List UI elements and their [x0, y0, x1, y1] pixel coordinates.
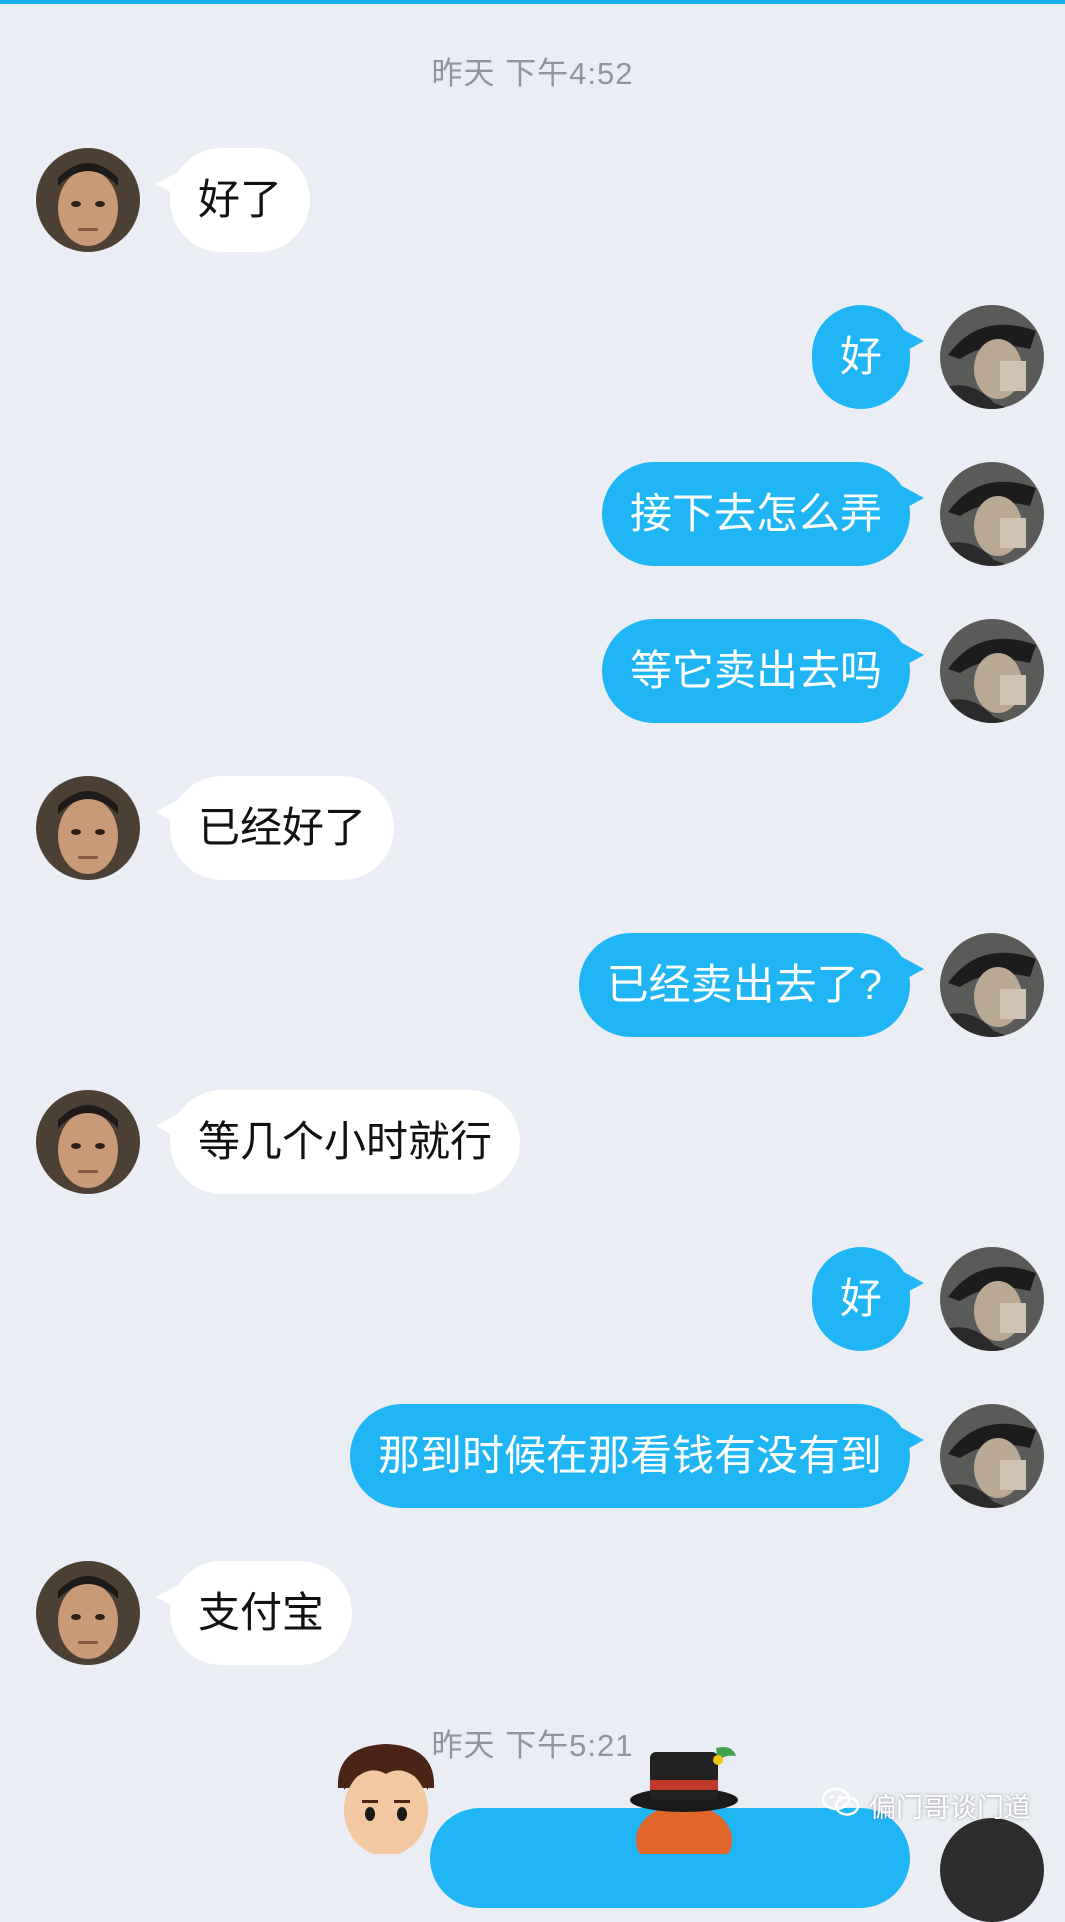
- user-avatar[interactable]: [940, 305, 1044, 409]
- watermark-text: 偏门哥谈门道: [869, 1793, 1031, 1823]
- message-bubble-sent[interactable]: 好: [811, 1247, 925, 1351]
- message-bubble-sent[interactable]: 等它卖出去吗: [601, 619, 925, 723]
- message-row-received: 支付宝: [0, 1561, 1065, 1667]
- message-row-received: 好了: [0, 148, 1065, 254]
- user-avatar[interactable]: [940, 462, 1044, 566]
- cartoon-man-sticker: [326, 1740, 446, 1859]
- message-bubble-received[interactable]: 好了: [155, 148, 311, 252]
- contact-avatar[interactable]: [36, 148, 140, 252]
- message-row-sent: 等它卖出去吗: [0, 619, 1065, 725]
- message-bubble-sent[interactable]: 已经卖出去了?: [578, 933, 925, 1037]
- top-accent-bar: [0, 0, 1065, 4]
- message-bubble-sent[interactable]: 那到时候在那看钱有没有到: [349, 1404, 925, 1508]
- message-row-sent: 好: [0, 305, 1065, 411]
- message-row-sent: 已经卖出去了?: [0, 933, 1065, 1039]
- user-avatar-partial[interactable]: [940, 1818, 1044, 1922]
- timestamp: 昨天 下午5:21: [431, 1728, 634, 1763]
- message-bubble-received[interactable]: 已经好了: [155, 776, 395, 880]
- wechat-icon: [821, 1786, 861, 1825]
- message-row-received: 等几个小时就行: [0, 1090, 1065, 1196]
- user-avatar[interactable]: [940, 933, 1044, 1037]
- contact-avatar[interactable]: [36, 776, 140, 880]
- message-bubble-received[interactable]: 等几个小时就行: [155, 1090, 521, 1194]
- cartoon-top-hat-sticker: [626, 1742, 746, 1876]
- timestamp: 昨天 下午4:52: [431, 56, 634, 91]
- message-bubble-received[interactable]: 支付宝: [155, 1561, 353, 1665]
- message-row-sent: 好: [0, 1247, 1065, 1353]
- message-bubble-sent[interactable]: 好: [811, 305, 925, 409]
- message-row-sent: 那到时候在那看钱有没有到: [0, 1404, 1065, 1510]
- watermark: 偏门哥谈门道: [821, 1786, 1031, 1825]
- message-row-received: 已经好了: [0, 776, 1065, 882]
- contact-avatar[interactable]: [36, 1090, 140, 1194]
- user-avatar[interactable]: [940, 1247, 1044, 1351]
- contact-avatar[interactable]: [36, 1561, 140, 1665]
- message-bubble-sent[interactable]: 接下去怎么弄: [601, 462, 925, 566]
- user-avatar[interactable]: [940, 1404, 1044, 1508]
- user-avatar[interactable]: [940, 619, 1044, 723]
- message-row-sent: 接下去怎么弄: [0, 462, 1065, 568]
